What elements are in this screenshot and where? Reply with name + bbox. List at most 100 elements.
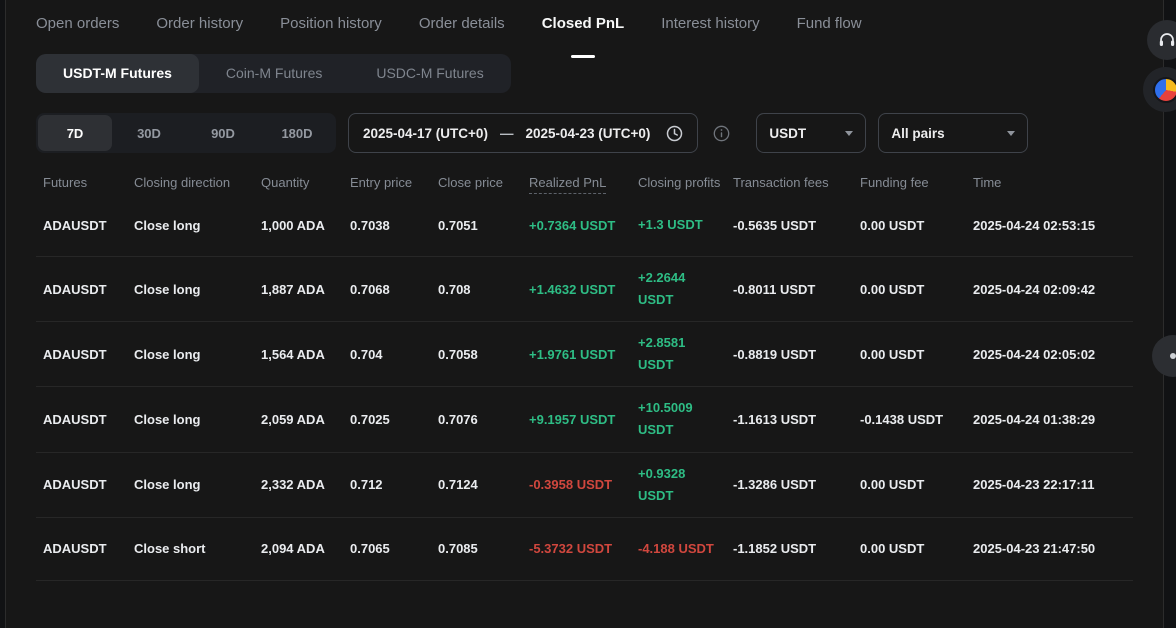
range-7d[interactable]: 7D [38, 115, 112, 151]
date-from: 2025-04-17 (UTC+0) [363, 126, 488, 141]
cell-futures: ADAUSDT [36, 282, 134, 297]
nav-item-closed-pnl[interactable]: Closed PnL [542, 15, 625, 44]
column-header-label: Time [973, 175, 1001, 190]
clock-icon [666, 125, 683, 142]
cell-closing-profits: +2.2644 USDT [638, 267, 733, 311]
cell-entry-price: 0.7068 [350, 282, 438, 297]
column-header-time: Time [973, 175, 1133, 190]
filter-bar: 7D30D90D180D 2025-04-17 (UTC+0) — 2025-0… [36, 113, 1163, 153]
column-header-label: Close price [438, 175, 503, 190]
column-header-closing-direction: Closing direction [134, 175, 261, 190]
table-row: ADAUSDTClose long2,332 ADA0.7120.7124-0.… [36, 453, 1133, 518]
tab-coin-m-futures[interactable]: Coin-M Futures [199, 54, 349, 93]
cell-futures: ADAUSDT [36, 347, 134, 362]
range-30d[interactable]: 30D [112, 115, 186, 151]
column-header-entry-price: Entry price [350, 175, 438, 190]
cell-time: 2025-04-23 22:17:11 [973, 477, 1133, 492]
column-header-quantity: Quantity [261, 175, 350, 190]
closed-pnl-page: Open orders Order history Position history… [5, 0, 1164, 628]
cell-funding-fee: 0.00 USDT [860, 477, 973, 492]
cell-close-price: 0.7051 [438, 218, 529, 233]
cell-entry-price: 0.712 [350, 477, 438, 492]
cell-funding-fee: -0.1438 USDT [860, 412, 973, 427]
table-row: ADAUSDTClose long2,059 ADA0.70250.7076+9… [36, 387, 1133, 452]
settle-asset-dropdown[interactable]: USDT [756, 113, 866, 153]
range-90d[interactable]: 90D [186, 115, 260, 151]
cell-entry-price: 0.7065 [350, 541, 438, 556]
cell-transaction-fees: -1.3286 USDT [733, 477, 860, 492]
cell-realized-pnl: +0.7364 USDT [529, 218, 638, 233]
cell-entry-price: 0.7038 [350, 218, 438, 233]
cell-transaction-fees: -1.1613 USDT [733, 412, 860, 427]
cell-realized-pnl: +9.1957 USDT [529, 412, 638, 427]
futures-type-tabs: USDT-M FuturesCoin-M FuturesUSDC-M Futur… [36, 54, 511, 93]
table-body: ADAUSDTClose long1,000 ADA0.70380.7051+0… [36, 194, 1133, 581]
cell-quantity: 2,094 ADA [261, 541, 350, 556]
cell-time: 2025-04-23 21:47:50 [973, 541, 1133, 556]
cell-realized-pnl: -5.3732 USDT [529, 541, 638, 556]
pairs-value: All pairs [891, 126, 944, 141]
cell-transaction-fees: -1.1852 USDT [733, 541, 860, 556]
cell-transaction-fees: -0.8819 USDT [733, 347, 860, 362]
column-header-futures: Futures [36, 175, 134, 190]
chevron-down-icon [1007, 131, 1015, 136]
info-icon[interactable] [713, 125, 730, 142]
globe-icon [1153, 77, 1176, 103]
cell-quantity: 2,059 ADA [261, 412, 350, 427]
cell-futures: ADAUSDT [36, 412, 134, 427]
cell-close-price: 0.708 [438, 282, 529, 297]
cell-funding-fee: 0.00 USDT [860, 347, 973, 362]
cell-entry-price: 0.704 [350, 347, 438, 362]
column-header-realized-pnl[interactable]: Realized PnL [529, 175, 638, 190]
cell-closing-profits: -4.188 USDT [638, 538, 733, 560]
column-header-closing-profits: Closing profits [638, 175, 733, 190]
cell-closing-profits: +2.8581 USDT [638, 332, 733, 376]
pairs-dropdown[interactable]: All pairs [878, 113, 1028, 153]
date-to: 2025-04-23 (UTC+0) [525, 126, 650, 141]
column-header-label: Quantity [261, 175, 309, 190]
cell-futures: ADAUSDT [36, 218, 134, 233]
cell-quantity: 1,564 ADA [261, 347, 350, 362]
table-row: ADAUSDTClose long1,564 ADA0.7040.7058+1.… [36, 322, 1133, 387]
nav-item-position-history[interactable]: Position history [280, 15, 382, 44]
table-header-row: FuturesClosing direction Quantity Entry pr… [36, 175, 1133, 194]
cell-close-price: 0.7085 [438, 541, 529, 556]
closed-pnl-table: FuturesClosing direction Quantity Entry pr… [36, 175, 1133, 581]
cell-direction: Close long [134, 347, 261, 362]
cell-direction: Close long [134, 477, 261, 492]
tab-usdt-m-futures[interactable]: USDT-M Futures [36, 54, 199, 93]
nav-item-order-history[interactable]: Order history [156, 15, 243, 44]
cell-futures: ADAUSDT [36, 477, 134, 492]
range-180d[interactable]: 180D [260, 115, 334, 151]
column-header-label: Entry price [350, 175, 412, 190]
cell-realized-pnl: -0.3958 USDT [529, 477, 638, 492]
time-range-selector: 7D30D90D180D [36, 113, 336, 153]
cell-quantity: 2,332 ADA [261, 477, 350, 492]
nav-item-interest-history[interactable]: Interest history [661, 15, 759, 44]
headset-icon [1157, 30, 1176, 50]
tab-usdc-m-futures[interactable]: USDC-M Futures [349, 54, 510, 93]
cell-time: 2025-04-24 01:38:29 [973, 412, 1133, 427]
column-header-label[interactable]: Realized PnL [529, 175, 606, 194]
column-header-label: Funding fee [860, 175, 929, 190]
date-range-picker[interactable]: 2025-04-17 (UTC+0) — 2025-04-23 (UTC+0) [348, 113, 698, 153]
cell-close-price: 0.7124 [438, 477, 529, 492]
nav-item-fund-flow[interactable]: Fund flow [797, 15, 862, 44]
cell-direction: Close long [134, 282, 261, 297]
chevron-down-icon [845, 131, 853, 136]
cell-funding-fee: 0.00 USDT [860, 282, 973, 297]
column-header-label: Closing direction [134, 175, 230, 190]
cell-time: 2025-04-24 02:05:02 [973, 347, 1133, 362]
nav-item-order-details[interactable]: Order details [419, 15, 505, 44]
cell-time: 2025-04-24 02:09:42 [973, 282, 1133, 297]
cell-closing-profits: +0.9328 USDT [638, 463, 733, 507]
table-row: ADAUSDTClose short2,094 ADA0.70650.7085-… [36, 518, 1133, 581]
cell-time: 2025-04-24 02:53:15 [973, 218, 1133, 233]
cell-quantity: 1,887 ADA [261, 282, 350, 297]
cell-entry-price: 0.7025 [350, 412, 438, 427]
column-header-label: Transaction fees [733, 175, 829, 190]
date-separator: — [500, 126, 514, 141]
table-row: ADAUSDTClose long1,000 ADA0.70380.7051+0… [36, 194, 1133, 257]
column-header-funding-fee: Funding fee [860, 175, 973, 190]
nav-item-open-orders[interactable]: Open orders [36, 15, 119, 44]
